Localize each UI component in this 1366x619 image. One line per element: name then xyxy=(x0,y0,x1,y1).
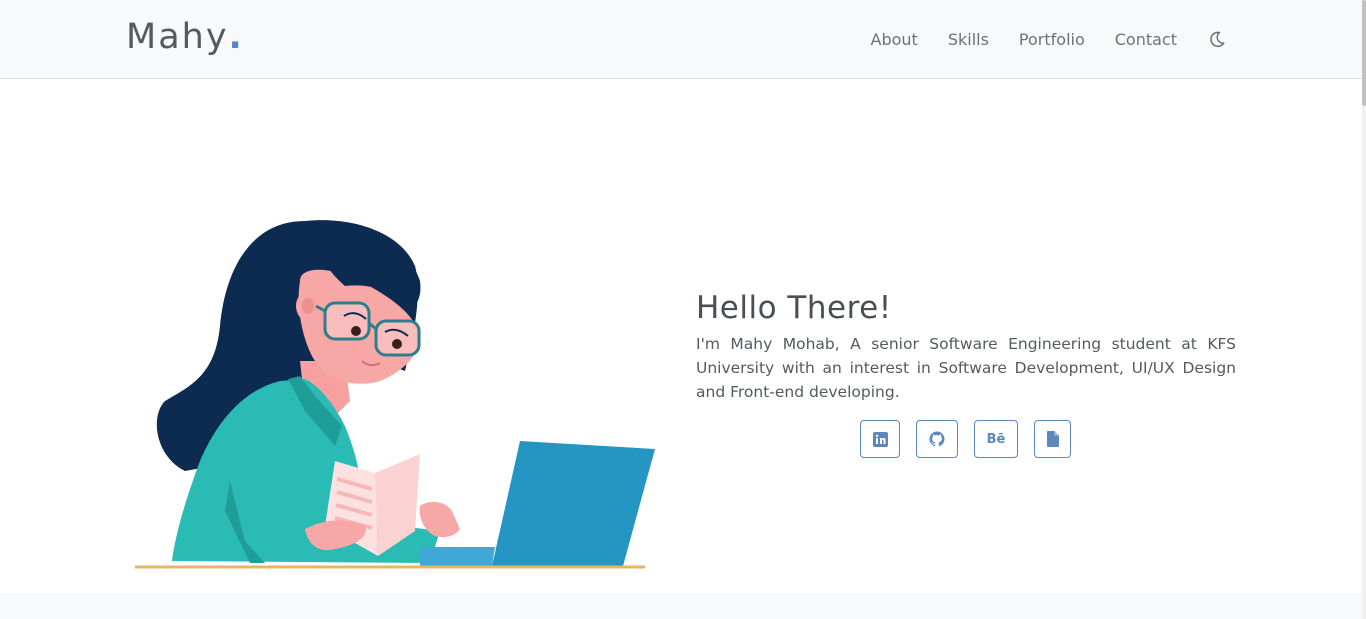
behance-button[interactable]: Bē xyxy=(974,420,1018,458)
github-icon xyxy=(929,431,945,447)
moon-icon xyxy=(1210,31,1225,47)
linkedin-icon xyxy=(872,431,888,447)
hero-section: Hello There! I'm Mahy Mohab, A senior So… xyxy=(0,79,1362,593)
nav-link-skills[interactable]: Skills xyxy=(948,30,989,49)
next-section xyxy=(0,593,1362,619)
nav-link-about[interactable]: About xyxy=(871,30,918,49)
brand-dot: . xyxy=(228,17,244,57)
nav-menu: About Skills Portfolio Contact xyxy=(841,0,1227,78)
brand-name: Mahy xyxy=(126,17,229,57)
hero-description: I'm Mahy Mohab, A senior Software Engine… xyxy=(696,335,1236,401)
woman-reading-at-laptop-illustration xyxy=(135,220,655,569)
navbar: Mahy. About Skills Portfolio Contact xyxy=(0,0,1362,79)
linkedin-button[interactable] xyxy=(860,420,900,458)
resume-button[interactable] xyxy=(1034,420,1071,458)
theme-toggle-button[interactable] xyxy=(1207,29,1227,49)
hero-title: Hello There! xyxy=(696,290,892,326)
nav-link-contact[interactable]: Contact xyxy=(1115,30,1177,49)
document-icon xyxy=(1046,431,1059,447)
github-button[interactable] xyxy=(916,420,958,458)
scrollbar-thumb[interactable] xyxy=(1362,0,1366,106)
behance-icon: Bē xyxy=(986,431,1006,447)
nav-link-portfolio[interactable]: Portfolio xyxy=(1019,30,1085,49)
social-links: Bē xyxy=(860,420,1071,458)
intro-text: Hello There! I'm Mahy Mohab, A senior So… xyxy=(696,287,1236,404)
scrollbar[interactable] xyxy=(1362,0,1366,619)
brand-logo[interactable]: Mahy. xyxy=(126,15,244,59)
